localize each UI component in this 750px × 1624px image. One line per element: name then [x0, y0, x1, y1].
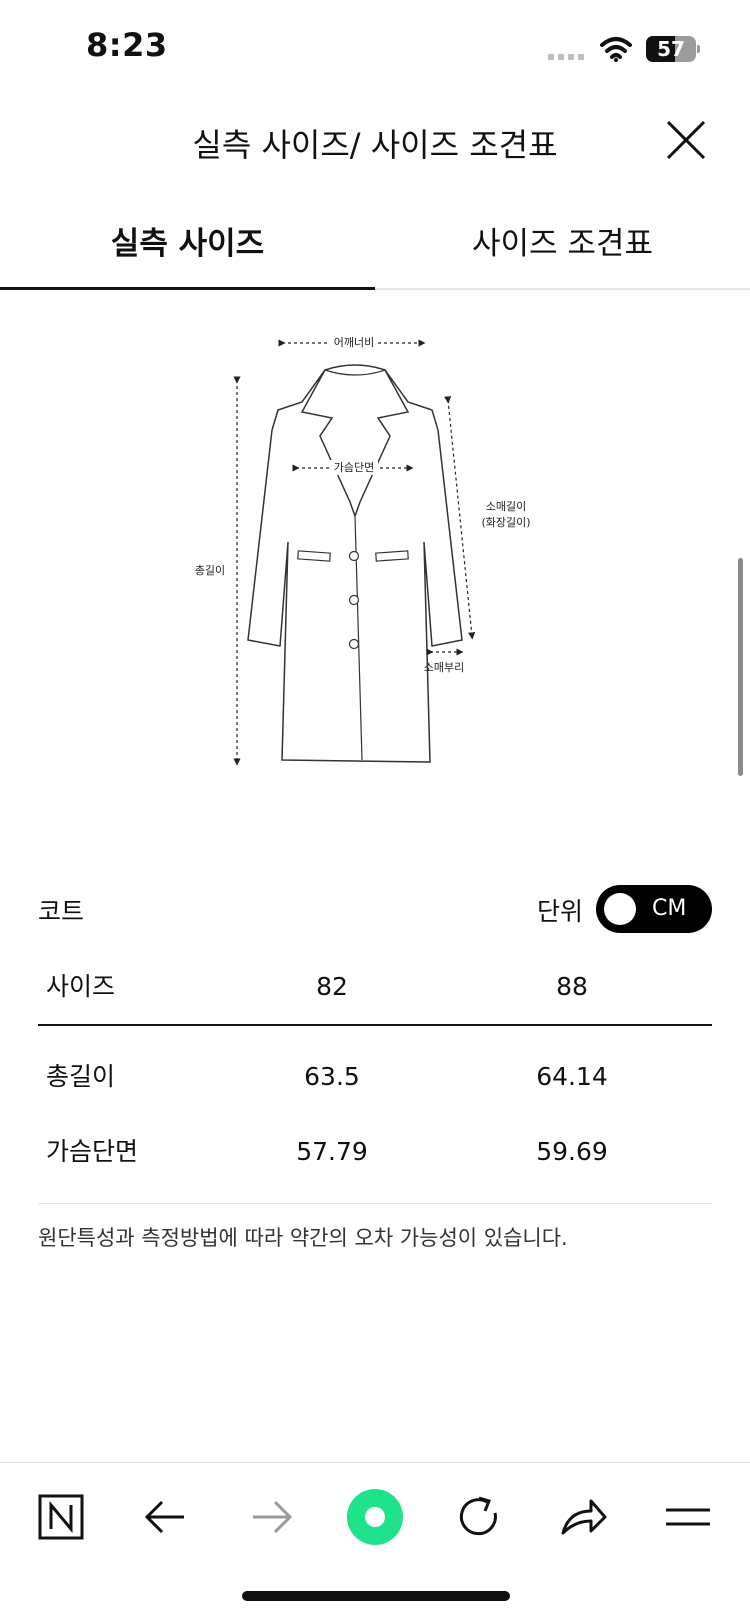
battery-icon: 57: [646, 36, 700, 62]
label-sleeve-length: 소매길이: [486, 500, 526, 513]
tab-size-chart[interactable]: 사이즈 조견표: [375, 200, 750, 288]
table-cell: 63.5: [304, 1062, 360, 1091]
cellular-signal-icon: [548, 54, 584, 60]
measurement-note: 원단특성과 측정방법에 따라 약간의 오차 가능성이 있습니다.: [38, 1226, 568, 1250]
label-sleeve-length-alt: (화장길이): [481, 516, 530, 529]
section-title: 코트: [38, 897, 85, 926]
header-cell: 82: [316, 972, 348, 1001]
size-tabs: 실측 사이즈 사이즈 조견표: [0, 200, 750, 290]
close-icon[interactable]: [664, 118, 708, 162]
status-time: 8:23: [86, 26, 168, 64]
unit-value: CM: [652, 896, 687, 921]
status-bar: 8:23 57: [0, 0, 750, 100]
wifi-icon: [600, 37, 632, 62]
toggle-knob: [604, 893, 636, 925]
label-total-length: 총길이: [195, 564, 225, 577]
coat-outline: [247, 364, 463, 763]
coat-button: [348, 638, 360, 650]
table-cell: 57.79: [296, 1137, 368, 1166]
table-row: 가슴단면 57.79 59.69: [38, 1115, 712, 1190]
size-table: 사이즈 82 88 총길이 63.5 64.14 가슴단면 57.79 59.6…: [38, 950, 712, 1190]
table-cell: 59.69: [536, 1137, 608, 1166]
unit-label: 단위: [537, 897, 584, 926]
table-cell: 64.14: [536, 1062, 608, 1091]
tab-measured-size[interactable]: 실측 사이즈: [0, 200, 375, 288]
menu-icon[interactable]: [658, 1485, 718, 1549]
back-arrow-icon[interactable]: [136, 1485, 196, 1549]
header-cell: 사이즈: [46, 972, 116, 1001]
row-label: 가슴단면: [46, 1137, 139, 1166]
row-label: 총길이: [46, 1062, 116, 1091]
page-title: 실측 사이즈/ 사이즈 조견표: [192, 126, 558, 164]
refresh-icon[interactable]: [449, 1485, 509, 1549]
divider: [38, 1203, 712, 1204]
label-shoulder: 어깨너비: [334, 336, 374, 349]
home-indicator[interactable]: [242, 1591, 510, 1601]
active-tab-indicator: [0, 287, 375, 290]
battery-level: 57: [657, 37, 685, 61]
coat-button: [348, 550, 360, 562]
label-cuff: 소매부리: [424, 661, 464, 674]
unit-toggle[interactable]: CM: [596, 885, 712, 933]
scrollbar[interactable]: [738, 558, 743, 776]
table-header-row: 사이즈 82 88: [38, 950, 712, 1026]
coat-button: [348, 594, 360, 606]
table-row: 총길이 63.5 64.14: [38, 1040, 712, 1115]
label-chest: 가슴단면: [334, 461, 374, 474]
naver-icon[interactable]: [31, 1485, 91, 1549]
coat-measurement-diagram: 어깨너비 가슴단면 총길이 소매길이 (화장길이) 소매부리: [195, 335, 531, 766]
header-cell: 88: [556, 972, 588, 1001]
forward-arrow-icon[interactable]: [241, 1485, 301, 1549]
green-dot-icon[interactable]: [344, 1485, 406, 1549]
share-icon[interactable]: [553, 1485, 613, 1549]
modal-header: 실측 사이즈/ 사이즈 조견표: [0, 100, 750, 190]
